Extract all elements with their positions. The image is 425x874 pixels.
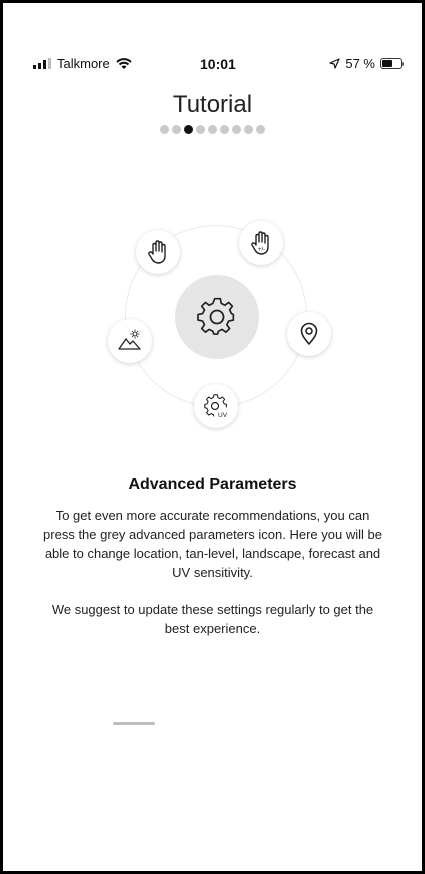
location-arrow-icon — [329, 58, 340, 69]
page-title: Tutorial — [172, 91, 253, 118]
svg-text:UV: UV — [218, 412, 228, 419]
tutorial-screen: Talkmore 10:01 57 % Tutorial +/- UV Adva… — [3, 3, 422, 871]
uv-gear-icon: UV — [204, 394, 228, 419]
gear-icon — [197, 297, 235, 335]
hand-plus-minus-icon: +/- — [251, 231, 269, 255]
uv-sensitivity-button[interactable]: UV — [194, 384, 238, 428]
page-dot[interactable] — [244, 125, 253, 134]
scroll-indicator — [113, 722, 155, 725]
suggestion-paragraph: We suggest to update these settings regu… — [51, 602, 374, 636]
battery-icon — [380, 58, 404, 69]
landscape-button[interactable] — [108, 319, 152, 363]
status-left: Talkmore — [33, 56, 132, 71]
page-dot[interactable] — [184, 125, 193, 134]
page-dot[interactable] — [256, 125, 265, 134]
battery-percent: 57 % — [345, 56, 375, 71]
location-pin-icon — [300, 322, 318, 345]
page-dot[interactable] — [208, 125, 217, 134]
carrier-name: Talkmore — [57, 56, 110, 71]
clock: 10:01 — [200, 56, 236, 72]
hand-icon — [148, 240, 166, 264]
page-dot[interactable] — [172, 125, 181, 134]
page-dot[interactable] — [232, 125, 241, 134]
hand-button[interactable] — [136, 230, 180, 274]
status-right: 57 % — [329, 56, 404, 71]
tan-level-button[interactable]: +/- — [239, 221, 283, 265]
page-dot[interactable] — [160, 125, 169, 134]
status-bar: Talkmore 10:01 57 % — [3, 56, 422, 76]
section-heading: Advanced Parameters — [128, 476, 297, 493]
page-indicator[interactable] — [3, 125, 422, 134]
location-button[interactable] — [287, 312, 331, 356]
advanced-parameters-button[interactable] — [175, 275, 259, 359]
wifi-icon — [116, 57, 132, 69]
page-dot[interactable] — [196, 125, 205, 134]
signal-icon — [33, 58, 51, 69]
landscape-icon — [118, 329, 141, 350]
description-paragraph: To get even more accurate recommendation… — [43, 508, 382, 580]
svg-text:+/-: +/- — [258, 247, 265, 253]
page-dot[interactable] — [220, 125, 229, 134]
